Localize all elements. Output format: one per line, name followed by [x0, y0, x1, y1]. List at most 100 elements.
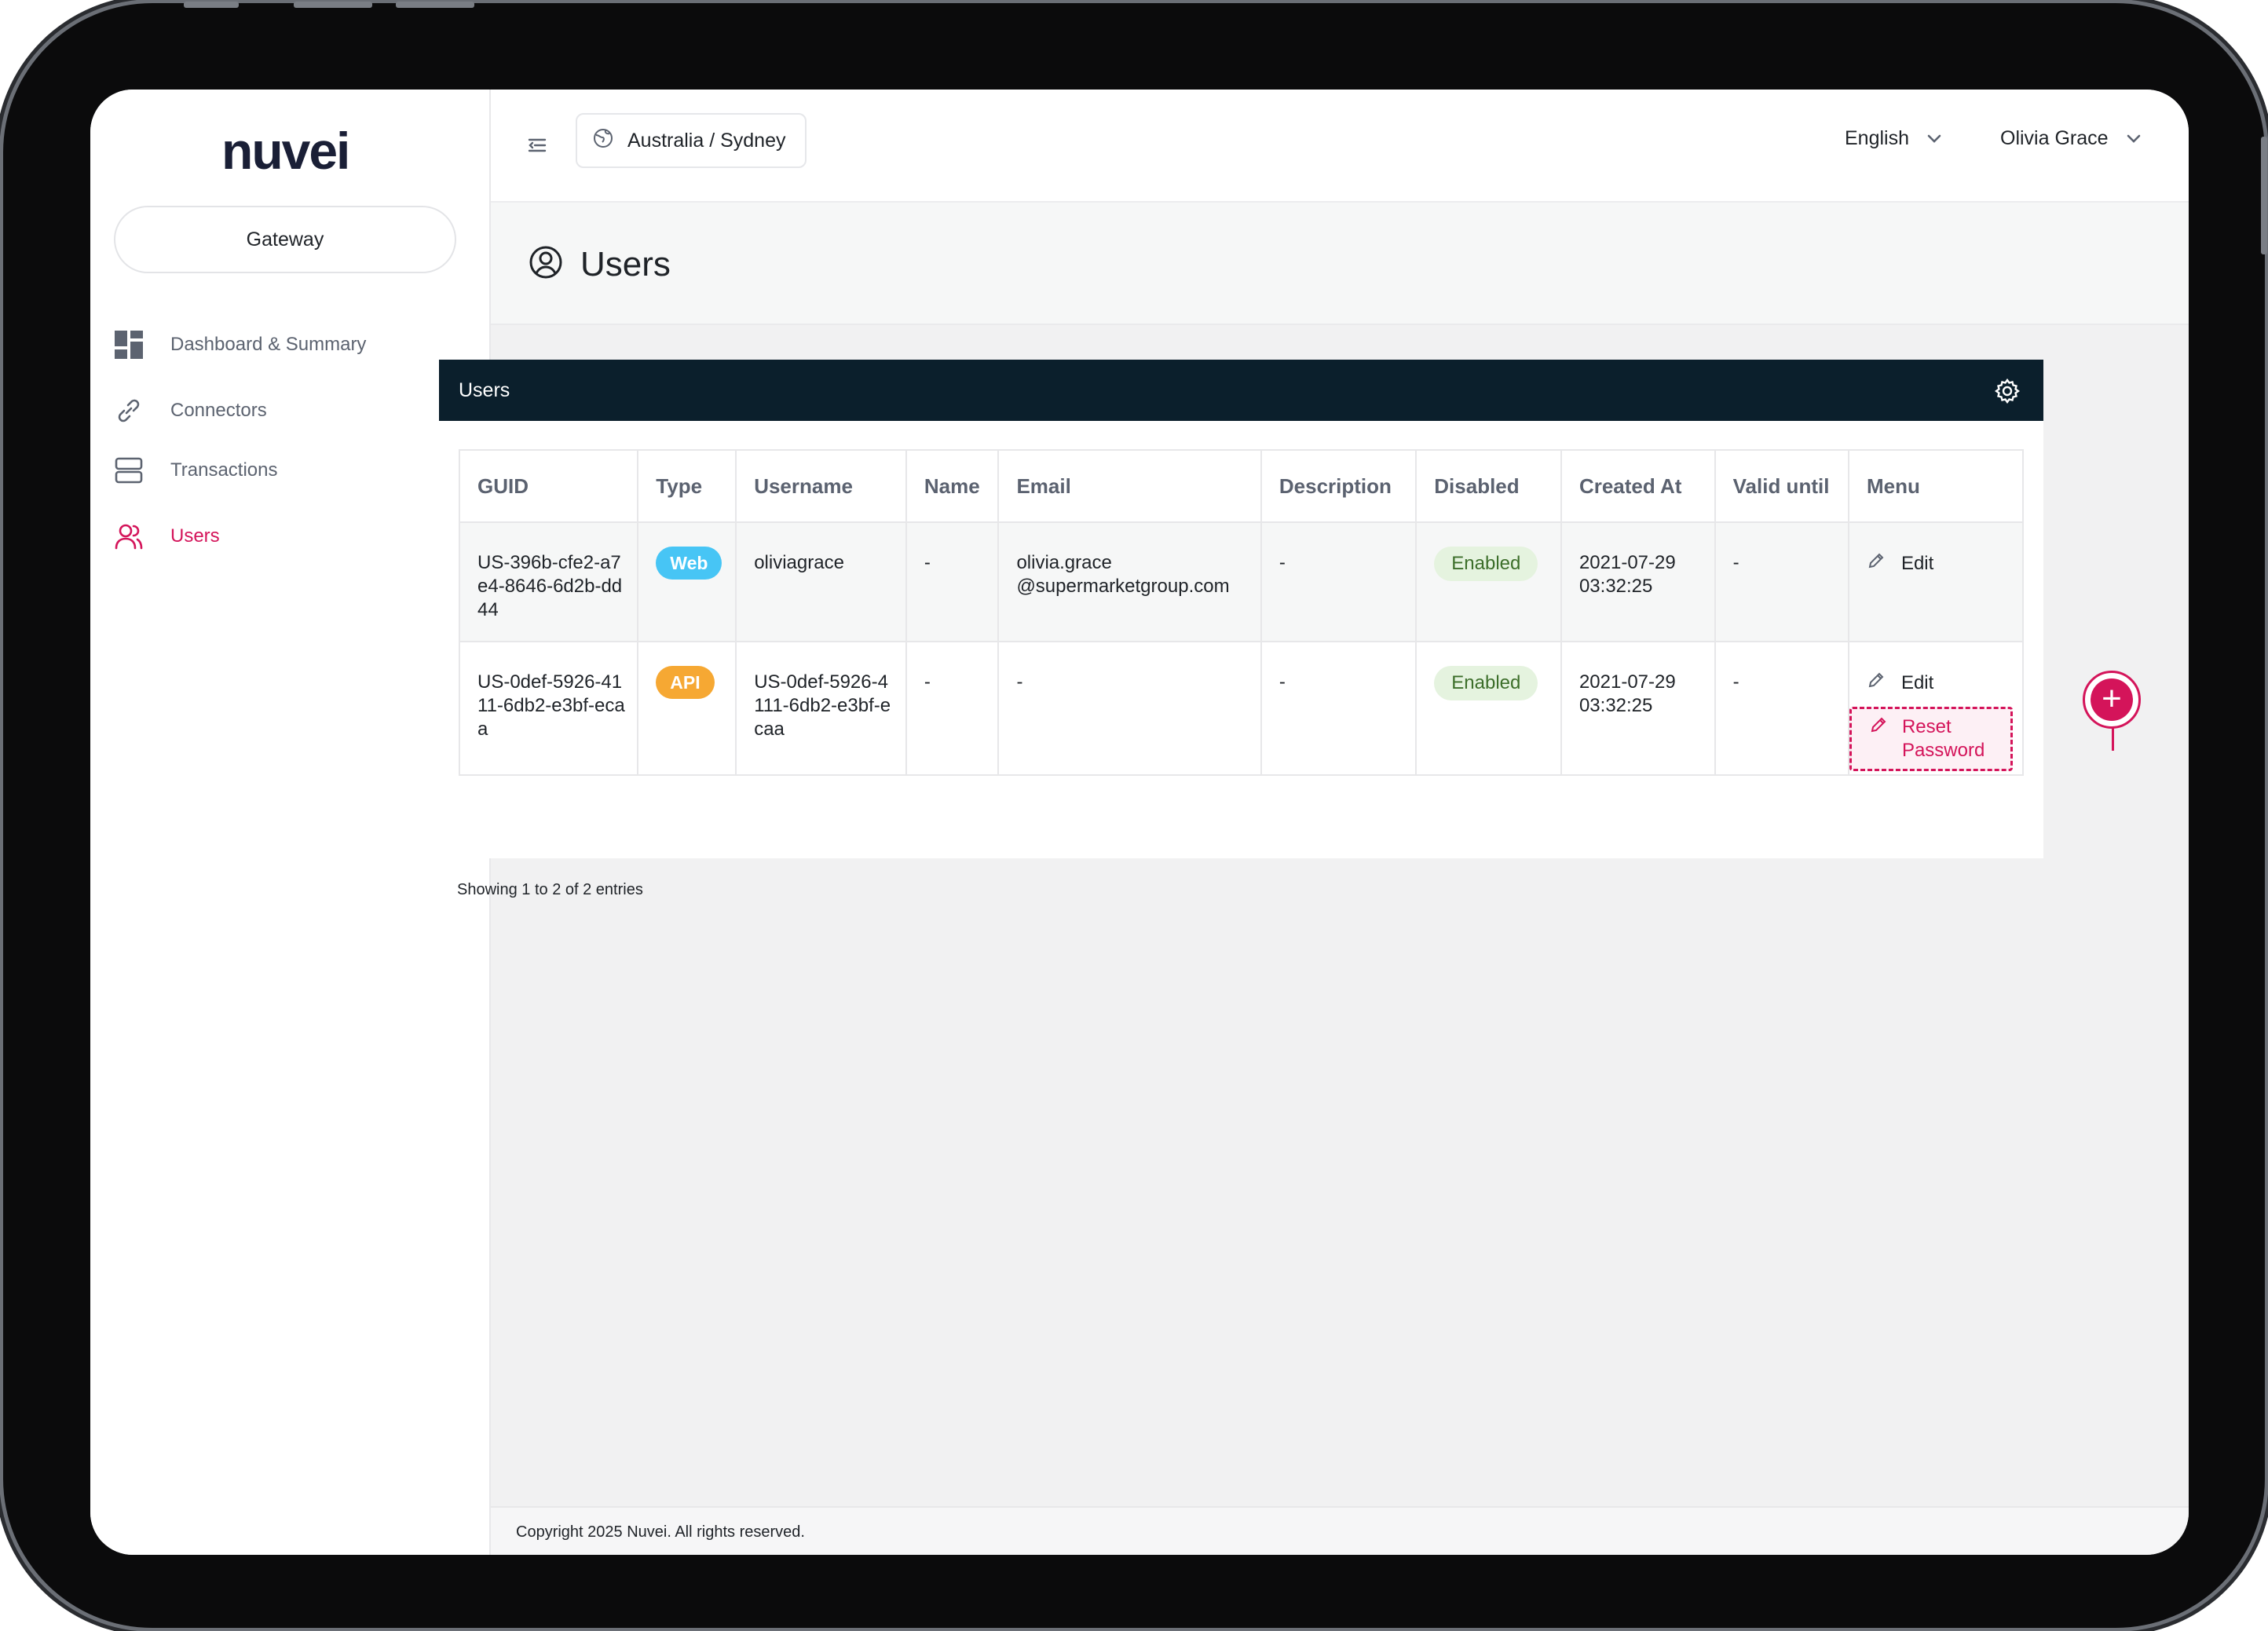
description-cell: - — [1260, 641, 1418, 776]
pencil-icon — [1867, 671, 1886, 696]
device-button — [2261, 137, 2267, 254]
edit-button[interactable]: Edit — [1867, 551, 2013, 576]
edit-button[interactable]: Edit — [1867, 671, 2013, 696]
status-badge: Enabled — [1434, 547, 1538, 581]
gear-icon[interactable] — [1994, 378, 2021, 404]
gateway-button[interactable]: Gateway — [114, 206, 456, 273]
type-badge: Web — [656, 547, 722, 580]
type-badge: API — [656, 666, 715, 699]
users-card: Users GUID Type Username Name Email Desc… — [439, 360, 2043, 898]
column-header[interactable]: Type — [637, 449, 737, 523]
created-time: 03:32:25 — [1578, 576, 1653, 597]
column-header[interactable]: Username — [735, 449, 907, 523]
username-cell: US-0def-5926-4111-6db2-e3bf-ecaa — [735, 641, 907, 776]
highlight-connector — [2112, 727, 2114, 751]
user-name: Olivia Grace — [2000, 127, 2109, 149]
email-cell: olivia.grace @supermarketgroup.com — [997, 521, 1262, 642]
name-cell: - — [905, 641, 1000, 776]
chevron-down-icon — [2126, 127, 2142, 150]
created-date: 2021-07-29 — [1578, 552, 1676, 573]
valid-until-cell: - — [1714, 521, 1849, 642]
nuvei-logo[interactable]: nuvei — [221, 121, 350, 181]
created-time: 03:32:25 — [1578, 695, 1653, 716]
table-row: US-396b-cfe2-a7e4-8646-6d2b-dd44 Web oli… — [458, 521, 2025, 642]
column-header[interactable]: Created At — [1560, 449, 1716, 523]
timezone-selector[interactable]: Australia / Sydney — [576, 113, 807, 168]
top-bar: Australia / Sydney English Olivia Grace — [491, 90, 2189, 203]
copyright-text: Copyright 2025 Nuvei. All rights reserve… — [516, 1523, 805, 1541]
sidebar-item-label: Transactions — [170, 459, 278, 481]
pencil-icon — [1869, 715, 1888, 769]
footer: Copyright 2025 Nuvei. All rights reserve… — [491, 1506, 2189, 1555]
created-date: 2021-07-29 — [1578, 671, 1676, 693]
username-cell: oliviagrace — [735, 521, 907, 642]
globe-icon — [593, 128, 613, 154]
type-cell: API — [637, 641, 737, 776]
disabled-cell: Enabled — [1415, 641, 1562, 776]
column-header[interactable]: Valid until — [1714, 449, 1849, 523]
column-header[interactable]: Menu — [1847, 449, 2025, 523]
add-highlight-button[interactable]: + — [2083, 671, 2141, 729]
sidebar-item-transactions[interactable]: Transactions — [114, 451, 467, 490]
chevron-down-icon — [1926, 127, 1942, 150]
user-menu[interactable]: Olivia Grace — [2000, 127, 2142, 150]
dashboard-icon — [114, 330, 144, 360]
sidebar-item-connectors[interactable]: Connectors — [114, 391, 467, 430]
reset-password-button[interactable]: Reset Password — [1849, 707, 2013, 771]
column-header[interactable]: GUID — [458, 449, 639, 523]
table-header-row: GUID Type Username Name Email Descriptio… — [458, 449, 2025, 523]
reset-label-line: Password — [1901, 740, 1985, 761]
status-badge: Enabled — [1434, 666, 1538, 700]
column-header[interactable]: Email — [997, 449, 1262, 523]
users-table: GUID Type Username Name Email Descriptio… — [458, 449, 2025, 776]
sidebar-item-label: Connectors — [170, 400, 267, 421]
gateway-label: Gateway — [246, 228, 324, 251]
edit-label: Edit — [1900, 553, 1934, 574]
name-cell: - — [905, 521, 1000, 642]
reset-password-label: Reset Password — [1902, 715, 1985, 769]
page-header: Users — [491, 203, 2189, 325]
email-cell: - — [997, 641, 1262, 776]
sidebar-item-label: Dashboard & Summary — [170, 334, 367, 355]
device-button — [396, 2, 474, 8]
table-row: US-0def-5926-4111-6db2-e3bf-ecaa API US-… — [458, 641, 2025, 776]
link-icon — [114, 396, 144, 426]
email-line: @supermarketgroup.com — [1016, 576, 1230, 597]
created-at-cell: 2021-07-29 03:32:25 — [1560, 521, 1716, 642]
reset-label-line: Reset — [1901, 716, 1952, 737]
card-title: Users — [459, 378, 510, 401]
menu-collapse-icon[interactable] — [527, 135, 547, 155]
menu-cell: Edit — [1847, 521, 2025, 642]
language-label: English — [1845, 127, 1909, 149]
email-line: olivia.grace — [1016, 552, 1112, 573]
plus-icon: + — [2091, 678, 2133, 721]
page-title: Users — [580, 245, 671, 283]
timezone-label: Australia / Sydney — [627, 129, 786, 152]
disabled-cell: Enabled — [1415, 521, 1562, 642]
column-header[interactable]: Name — [905, 449, 1000, 523]
sidebar: nuvei Gateway Dashboard & Summary Connec… — [90, 90, 491, 1555]
tablet-frame: nuvei Gateway Dashboard & Summary Connec… — [3, 2, 2267, 1628]
column-header[interactable]: Description — [1260, 449, 1418, 523]
stack-icon — [114, 455, 144, 485]
card-header: Users — [439, 360, 2043, 421]
sidebar-item-label: Users — [170, 525, 220, 547]
device-button — [294, 2, 372, 8]
sidebar-item-dashboard[interactable]: Dashboard & Summary — [114, 325, 467, 364]
language-selector[interactable]: English — [1845, 127, 1942, 150]
type-cell: Web — [637, 521, 737, 642]
column-header[interactable]: Disabled — [1415, 449, 1562, 523]
users-icon — [114, 521, 144, 551]
created-at-cell: 2021-07-29 03:32:25 — [1560, 641, 1716, 776]
pencil-icon — [1867, 551, 1886, 576]
description-cell: - — [1260, 521, 1418, 642]
sidebar-item-users[interactable]: Users — [114, 517, 467, 556]
entries-info: Showing 1 to 2 of 2 entries — [457, 881, 643, 898]
valid-until-cell: - — [1714, 641, 1849, 776]
guid-cell: US-0def-5926-4111-6db2-e3bf-ecaa — [458, 641, 639, 776]
edit-label: Edit — [1900, 672, 1934, 693]
menu-cell: Edit Reset Password — [1847, 641, 2025, 776]
guid-cell: US-396b-cfe2-a7e4-8646-6d2b-dd44 — [458, 521, 639, 642]
screen: nuvei Gateway Dashboard & Summary Connec… — [90, 90, 2189, 1555]
user-circle-icon — [529, 245, 563, 280]
